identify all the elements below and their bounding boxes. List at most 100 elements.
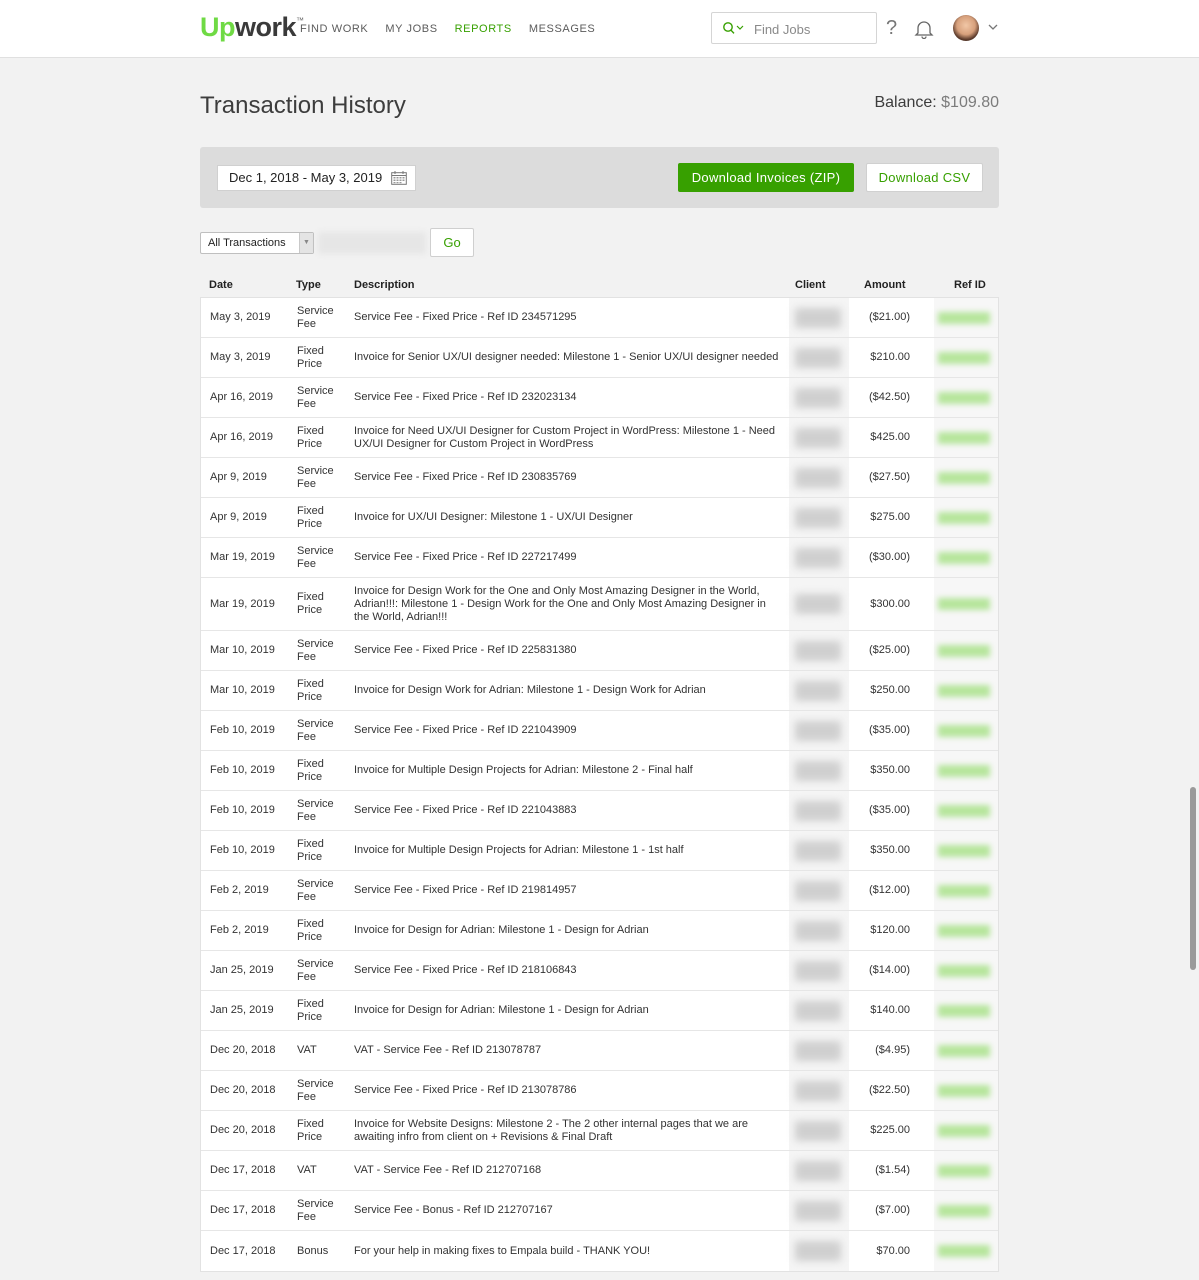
ref-id-link-blurred[interactable] <box>938 391 990 404</box>
upwork-logo[interactable]: Upwork™ <box>200 12 304 43</box>
ref-id-link-blurred[interactable] <box>938 1245 990 1257</box>
ref-id-cell[interactable] <box>934 1231 998 1271</box>
ref-id-cell[interactable] <box>934 911 998 950</box>
ref-id-cell[interactable] <box>934 458 998 497</box>
table-row[interactable]: Feb 10, 2019 Service Fee Service Fee - Fix… <box>201 711 998 751</box>
calendar-icon[interactable] <box>391 171 407 185</box>
nav-find-work[interactable]: FIND WORK <box>300 22 368 36</box>
go-button[interactable]: Go <box>430 228 474 257</box>
table-row[interactable]: Feb 10, 2019 Fixed Price Invoice for Multi… <box>201 831 998 871</box>
ref-id-link-blurred[interactable] <box>938 598 990 610</box>
ref-id-cell[interactable] <box>934 671 998 710</box>
ref-id-cell[interactable] <box>934 498 998 537</box>
table-row[interactable]: Dec 17, 2018 VAT VAT - Service Fee - Ref I… <box>201 1151 998 1191</box>
ref-id-cell[interactable] <box>934 1111 998 1150</box>
ref-id-cell[interactable] <box>934 1031 998 1070</box>
ref-id-cell[interactable] <box>934 831 998 870</box>
table-row[interactable]: Apr 16, 2019 Service Fee Service Fee - Fix… <box>201 378 998 418</box>
nav-my-jobs[interactable]: MY JOBS <box>385 22 437 36</box>
table-row[interactable]: Dec 17, 2018 Bonus For your help in making… <box>201 1231 998 1271</box>
table-row[interactable]: Apr 16, 2019 Fixed Price Invoice for Need … <box>201 418 998 458</box>
ref-id-cell[interactable] <box>934 1191 998 1230</box>
table-row[interactable]: Feb 2, 2019 Fixed Price Invoice for Design… <box>201 911 998 951</box>
table-row[interactable]: Mar 10, 2019 Service Fee Service Fee - Fix… <box>201 631 998 671</box>
table-row[interactable]: Dec 20, 2018 Service Fee Service Fee - Fix… <box>201 1071 998 1111</box>
table-row[interactable]: Apr 9, 2019 Service Fee Service Fee - Fixe… <box>201 458 998 498</box>
type-cell-text: Fixed Price <box>297 917 324 943</box>
ref-id-link-blurred[interactable] <box>938 1164 990 1177</box>
ref-id-cell[interactable] <box>934 631 998 670</box>
search-icon[interactable] <box>722 21 746 37</box>
column-header-amount[interactable]: Amount <box>864 279 906 291</box>
date-range-picker[interactable]: Dec 1, 2018 - May 3, 2019 <box>217 165 416 191</box>
type-cell-text: Service Fee <box>297 797 334 823</box>
table-row[interactable]: Dec 20, 2018 Fixed Price Invoice for Websi… <box>201 1111 998 1151</box>
nav-messages[interactable]: MESSAGES <box>529 22 596 36</box>
nav-reports[interactable]: REPORTS <box>455 22 512 36</box>
ref-id-link-blurred[interactable] <box>938 1124 990 1137</box>
table-row[interactable]: Apr 9, 2019 Fixed Price Invoice for UX/UI … <box>201 498 998 538</box>
table-row[interactable]: May 3, 2019 Fixed Price Invoice for Senior… <box>201 338 998 378</box>
ref-id-link-blurred[interactable] <box>938 1204 990 1217</box>
table-row[interactable]: Jan 25, 2019 Fixed Price Invoice for Desig… <box>201 991 998 1031</box>
ref-id-cell[interactable] <box>934 991 998 1030</box>
ref-id-cell[interactable] <box>934 298 998 337</box>
transaction-type-select[interactable]: All Transactions ▼ <box>200 232 314 254</box>
ref-id-link-blurred[interactable] <box>938 844 990 857</box>
table-row[interactable]: Feb 10, 2019 Fixed Price Invoice for Multi… <box>201 751 998 791</box>
table-row[interactable]: Jan 25, 2019 Service Fee Service Fee - Fix… <box>201 951 998 991</box>
table-row[interactable]: Dec 17, 2018 Service Fee Service Fee - Bon… <box>201 1191 998 1231</box>
download-invoices-zip-button[interactable]: Download Invoices (ZIP) <box>678 163 854 192</box>
ref-id-link-blurred[interactable] <box>938 804 990 817</box>
ref-id-link-blurred[interactable] <box>938 551 990 564</box>
help-icon[interactable]: ? <box>886 16 897 40</box>
column-header-date[interactable]: Date <box>209 279 233 291</box>
ref-id-cell[interactable] <box>934 1071 998 1110</box>
ref-id-link-blurred[interactable] <box>938 1084 990 1097</box>
table-row[interactable]: Feb 2, 2019 Service Fee Service Fee - Fixe… <box>201 871 998 911</box>
ref-id-link-blurred[interactable] <box>938 884 990 897</box>
ref-id-cell[interactable] <box>934 751 998 790</box>
column-header-description[interactable]: Description <box>354 279 415 291</box>
ref-id-cell[interactable] <box>934 791 998 830</box>
download-csv-button[interactable]: Download CSV <box>866 163 983 192</box>
ref-id-cell[interactable] <box>934 378 998 417</box>
user-avatar[interactable] <box>953 15 979 41</box>
notifications-bell-icon[interactable] <box>914 19 934 39</box>
table-row[interactable]: Feb 10, 2019 Service Fee Service Fee - Fix… <box>201 791 998 831</box>
ref-id-cell[interactable] <box>934 418 998 457</box>
table-row[interactable]: Dec 20, 2018 VAT VAT - Service Fee - Ref I… <box>201 1031 998 1071</box>
column-header-ref-id[interactable]: Ref ID <box>954 279 986 291</box>
ref-id-cell[interactable] <box>934 951 998 990</box>
table-row[interactable]: Mar 19, 2019 Fixed Price Invoice for Desig… <box>201 578 998 631</box>
ref-id-cell[interactable] <box>934 538 998 577</box>
table-row[interactable]: Mar 10, 2019 Fixed Price Invoice for Desig… <box>201 671 998 711</box>
page-scrollbar[interactable] <box>1190 787 1196 970</box>
column-header-client[interactable]: Client <box>795 279 826 291</box>
ref-id-cell[interactable] <box>934 871 998 910</box>
table-row[interactable]: May 3, 2019 Service Fee Service Fee - Fixe… <box>201 298 998 338</box>
ref-id-link-blurred[interactable] <box>938 1004 990 1017</box>
ref-id-link-blurred[interactable] <box>938 471 990 484</box>
chevron-down-icon[interactable] <box>987 22 999 32</box>
table-row[interactable]: Mar 19, 2019 Service Fee Service Fee - Fix… <box>201 538 998 578</box>
ref-id-link-blurred[interactable] <box>938 644 990 657</box>
ref-id-link-blurred[interactable] <box>938 764 990 777</box>
ref-id-link-blurred[interactable] <box>938 431 990 444</box>
ref-id-link-blurred[interactable] <box>938 964 990 977</box>
client-filter-select[interactable] <box>318 232 426 254</box>
ref-id-cell[interactable] <box>934 338 998 377</box>
ref-id-link-blurred[interactable] <box>938 511 990 524</box>
search-input[interactable] <box>754 19 872 39</box>
description-cell-text: Invoice for Design for Adrian: Milestone… <box>354 924 649 936</box>
ref-id-link-blurred[interactable] <box>938 351 990 364</box>
ref-id-link-blurred[interactable] <box>938 724 990 737</box>
ref-id-link-blurred[interactable] <box>938 1044 990 1057</box>
ref-id-cell[interactable] <box>934 1151 998 1190</box>
ref-id-cell[interactable] <box>934 578 998 630</box>
column-header-type[interactable]: Type <box>296 279 321 291</box>
ref-id-link-blurred[interactable] <box>938 684 990 697</box>
ref-id-link-blurred[interactable] <box>938 924 990 937</box>
ref-id-link-blurred[interactable] <box>938 311 990 324</box>
ref-id-cell[interactable] <box>934 711 998 750</box>
